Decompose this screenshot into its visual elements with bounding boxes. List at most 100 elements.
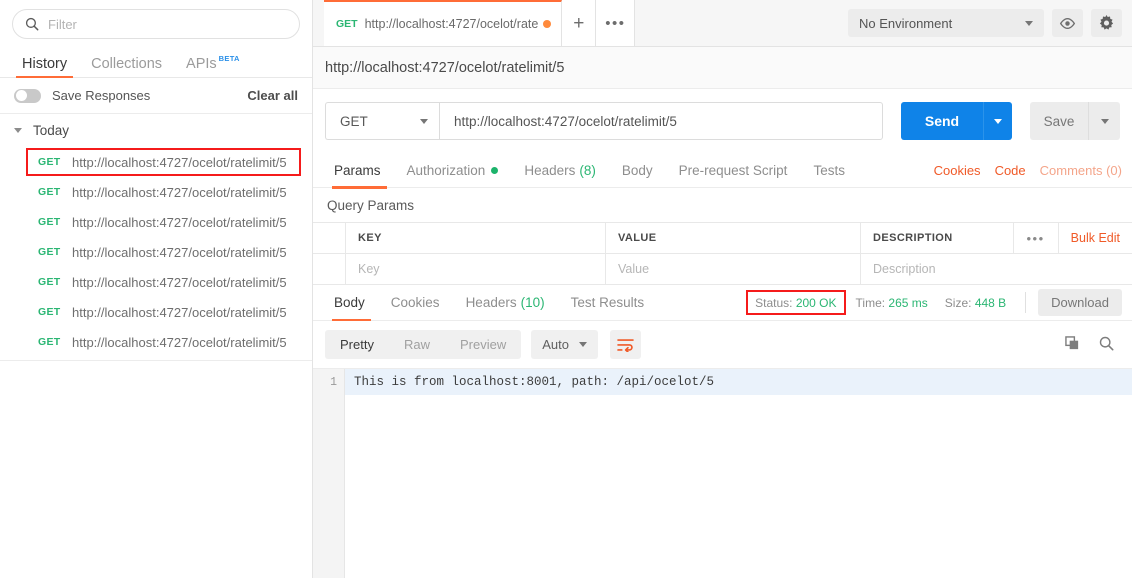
history-item[interactable]: GET http://localhost:4727/ocelot/ratelim… xyxy=(0,297,312,327)
comments-link[interactable]: Comments (0) xyxy=(1040,163,1122,178)
download-button[interactable]: Download xyxy=(1038,289,1122,316)
column-value: VALUE xyxy=(606,223,861,253)
history-item-url: http://localhost:4727/ocelot/ratelimit/5 xyxy=(72,334,287,350)
column-description-label: DESCRIPTION xyxy=(873,232,953,244)
value-input[interactable]: Value xyxy=(606,254,861,284)
filter-container: Filter xyxy=(0,0,312,47)
tab-response-headers[interactable]: Headers (10) xyxy=(453,285,558,320)
code-link[interactable]: Code xyxy=(995,163,1026,178)
request-tab[interactable]: GET http://localhost:4727/ocelot/rate xyxy=(324,0,563,46)
view-mode-preview[interactable]: Preview xyxy=(445,330,521,359)
environment-select[interactable]: No Environment xyxy=(848,9,1044,37)
tab-response-cookies[interactable]: Cookies xyxy=(378,285,453,320)
tab-pre-request-script[interactable]: Pre-request Script xyxy=(666,153,801,188)
clear-all-button[interactable]: Clear all xyxy=(247,88,298,103)
history-list: GET http://localhost:4727/ocelot/ratelim… xyxy=(0,147,312,357)
save-button[interactable]: Save xyxy=(1030,102,1088,140)
history-item-method: GET xyxy=(38,336,61,348)
search-input[interactable]: Filter xyxy=(12,9,300,39)
view-mode-raw[interactable]: Raw xyxy=(389,330,445,359)
tab-history[interactable]: History xyxy=(10,55,79,78)
send-button[interactable]: Send xyxy=(901,102,983,140)
tab-params[interactable]: Params xyxy=(325,153,394,189)
history-item[interactable]: GET http://localhost:4727/ocelot/ratelim… xyxy=(0,207,312,237)
history-item-url: http://localhost:4727/ocelot/ratelimit/5 xyxy=(72,274,287,290)
tab-test-results[interactable]: Test Results xyxy=(558,285,658,320)
tab-pre-request-script-label: Pre-request Script xyxy=(678,162,788,178)
save-options-button[interactable] xyxy=(1088,102,1120,140)
request-tab-method: GET xyxy=(336,18,358,30)
table-row: Key Value Description xyxy=(313,254,1132,285)
tab-response-cookies-label: Cookies xyxy=(390,295,440,310)
response-view-controls: Pretty Raw Preview Auto xyxy=(313,321,1132,368)
tab-apis[interactable]: APIs BETA xyxy=(174,53,252,78)
size-label: Size: xyxy=(944,295,972,310)
tab-response-body[interactable]: Body xyxy=(325,285,378,321)
tab-headers-label: Headers xyxy=(524,162,576,178)
line-number: 1 xyxy=(330,376,337,389)
history-item[interactable]: GET http://localhost:4727/ocelot/ratelim… xyxy=(0,237,312,267)
column-key-label: KEY xyxy=(358,232,382,244)
environment-quick-look-button[interactable] xyxy=(1052,9,1083,37)
description-placeholder: Description xyxy=(873,262,936,276)
tab-response-body-label: Body xyxy=(334,295,365,310)
response-meta: Status: 200 OK Time: 265 ms Size: 448 B … xyxy=(746,289,1132,316)
word-wrap-button[interactable] xyxy=(609,330,641,359)
chevron-down-icon xyxy=(578,342,587,347)
tab-headers[interactable]: Headers (8) xyxy=(511,153,609,188)
send-label: Send xyxy=(924,113,960,129)
tab-tests[interactable]: Tests xyxy=(800,153,858,188)
tab-options-button[interactable]: ••• xyxy=(596,0,636,46)
response-view-actions xyxy=(1065,335,1122,354)
settings-button[interactable] xyxy=(1091,9,1122,37)
sidebar-nav-tabs: History Collections APIs BETA xyxy=(0,47,312,78)
save-group: Save xyxy=(1030,102,1120,140)
bulk-edit-button[interactable]: Bulk Edit xyxy=(1057,223,1132,253)
search-icon xyxy=(25,17,39,31)
history-item[interactable]: GET http://localhost:4727/ocelot/ratelim… xyxy=(0,327,312,357)
history-group-today[interactable]: Today xyxy=(0,114,312,147)
send-options-button[interactable] xyxy=(983,102,1012,140)
url-input[interactable]: http://localhost:4727/ocelot/ratelimit/5 xyxy=(439,102,883,140)
tab-authorization[interactable]: Authorization xyxy=(394,153,512,188)
search-placeholder: Filter xyxy=(48,16,77,32)
tab-response-headers-label: Headers xyxy=(465,295,517,310)
column-key: KEY xyxy=(346,223,606,253)
status-text: Status: 200 OK xyxy=(755,296,836,310)
response-body-content[interactable]: This is from localhost:8001, path: /api/… xyxy=(345,369,1132,578)
history-item-url: http://localhost:4727/ocelot/ratelimit/5 xyxy=(72,184,287,200)
method-select[interactable]: GET xyxy=(325,102,439,140)
row-checkbox-cell[interactable] xyxy=(313,254,346,284)
save-responses-toggle[interactable] xyxy=(14,88,41,103)
new-tab-button[interactable]: + xyxy=(562,0,597,46)
table-options-icon[interactable]: ••• xyxy=(1012,223,1058,253)
history-group-label: Today xyxy=(33,123,70,138)
tab-history-label: History xyxy=(22,55,68,72)
search-body-button[interactable] xyxy=(1099,336,1114,354)
view-mode-pretty[interactable]: Pretty xyxy=(325,330,389,359)
beta-badge: BETA xyxy=(218,53,240,63)
authorization-set-icon xyxy=(491,166,499,174)
time-value: 265 ms xyxy=(888,295,928,310)
eye-icon xyxy=(1059,17,1076,29)
history-item-url: http://localhost:4727/ocelot/ratelimit/5 xyxy=(72,244,287,260)
copy-button[interactable] xyxy=(1065,335,1080,354)
format-select[interactable]: Auto xyxy=(531,330,598,359)
key-input[interactable]: Key xyxy=(346,254,606,284)
tab-body[interactable]: Body xyxy=(609,153,666,188)
tab-collections[interactable]: Collections xyxy=(79,56,174,78)
word-wrap-icon xyxy=(617,338,634,352)
response-body-viewer: 1 This is from localhost:8001, path: /ap… xyxy=(313,368,1132,578)
history-item-method: GET xyxy=(38,216,61,228)
history-item[interactable]: GET http://localhost:4727/ocelot/ratelim… xyxy=(0,267,312,297)
history-item[interactable]: GET http://localhost:4727/ocelot/ratelim… xyxy=(0,177,312,207)
history-item[interactable]: GET http://localhost:4727/ocelot/ratelim… xyxy=(0,147,312,177)
key-placeholder: Key xyxy=(358,262,380,276)
meta-divider xyxy=(1025,292,1027,313)
history-item-method: GET xyxy=(38,156,61,168)
format-value: Auto xyxy=(542,337,569,352)
url-value: http://localhost:4727/ocelot/ratelimit/5 xyxy=(454,113,677,129)
cookies-link[interactable]: Cookies xyxy=(934,163,981,178)
tab-params-label: Params xyxy=(334,162,381,178)
description-input[interactable]: Description xyxy=(861,254,1132,284)
